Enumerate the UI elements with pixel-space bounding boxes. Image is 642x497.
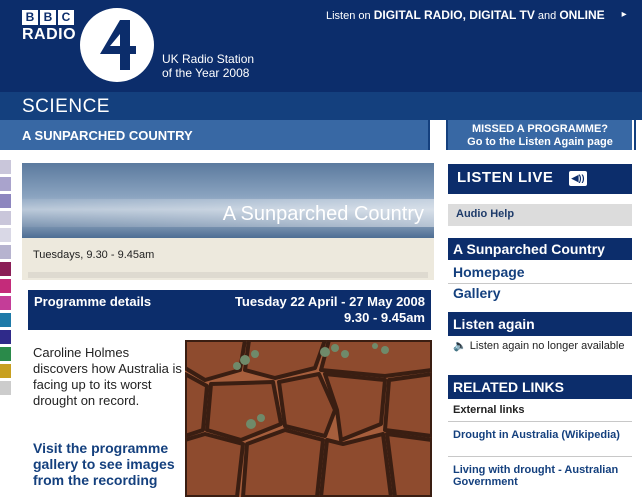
bbc-letter: B [40, 10, 56, 25]
listen-on-link[interactable]: Listen on DIGITAL RADIO, DIGITAL TV and … [326, 8, 627, 22]
listen-on-and: and [537, 10, 557, 22]
sidebar-item-homepage[interactable]: Homepage [453, 264, 525, 280]
listen-again-title: Listen again [453, 316, 535, 332]
bar-edge [428, 120, 434, 150]
programme-details-bar: Programme details Tuesday 22 April - 27 … [28, 290, 431, 330]
section-title[interactable]: SCIENCE [22, 96, 110, 118]
related-links-header: RELATED LINKS [448, 375, 632, 399]
listen-again-header: Listen again [448, 312, 632, 336]
programme-title: A SUNPARCHED COUNTRY [22, 128, 193, 143]
bbc-letter: C [58, 10, 74, 25]
programme-banner: A Sunparched Country [22, 163, 434, 238]
listen-on-prefix: Listen on [326, 10, 371, 22]
strip-swatch [0, 194, 11, 208]
arrow-right-icon: ▸ [621, 9, 627, 20]
details-dates: Tuesday 22 April - 27 May 2008 [234, 294, 425, 309]
missed-line: Go to the Listen Again page [467, 136, 613, 148]
related-link-wikipedia[interactable]: Drought in Australia (Wikipedia) [453, 429, 628, 441]
listen-on-online: ONLINE [559, 8, 605, 22]
audio-help-link[interactable]: Audio Help [448, 204, 632, 226]
strip-swatch [0, 330, 11, 344]
bbc-logo[interactable]: B B C [22, 10, 74, 25]
sidebar-programme-title: A Sunparched Country [448, 238, 632, 260]
station-name: RADIO [22, 26, 77, 43]
award-line: of the Year 2008 [162, 66, 250, 80]
strip-swatch [0, 160, 11, 174]
strip-swatch [0, 381, 11, 395]
bar-edge [634, 120, 640, 150]
strip-swatch [0, 313, 11, 327]
listen-again-note-text: Listen again no longer available [469, 340, 625, 352]
broadcast-times-box: Tuesdays, 9.30 - 9.45am [22, 238, 434, 280]
details-label: Programme details [34, 294, 152, 309]
award-line: UK Radio Station [162, 52, 255, 66]
programme-title-bar: A SUNPARCHED COUNTRY [0, 120, 434, 150]
divider [448, 283, 632, 284]
banner-title: A Sunparched Country [222, 203, 424, 225]
cracked-earth-image [185, 340, 432, 497]
sidebar-programme-title-text: A Sunparched Country [453, 241, 605, 257]
strip-swatch [0, 262, 11, 276]
gallery-link[interactable]: Visit the programme gallery to see image… [33, 440, 183, 488]
strip-swatch [0, 245, 11, 259]
speaker-small-icon: 🔈 [453, 340, 467, 352]
missed-line: MISSED A PROGRAMME? [471, 123, 609, 135]
strip-swatch [0, 177, 11, 191]
missed-programme-link[interactable]: MISSED A PROGRAMME? Go to the Listen Aga… [442, 120, 640, 150]
sidebar-item-gallery[interactable]: Gallery [453, 285, 500, 301]
listen-live-label: LISTEN LIVE [457, 169, 554, 186]
speaker-icon: ◀)) [569, 171, 587, 186]
strip-swatch [0, 228, 11, 242]
strip-swatch [0, 347, 11, 361]
external-links-label: External links [453, 404, 525, 416]
divider [448, 456, 632, 457]
related-links-title: RELATED LINKS [453, 379, 564, 395]
related-link-government[interactable]: Living with drought - Australian Governm… [453, 464, 628, 488]
radio4-logo[interactable] [80, 8, 154, 82]
site-header: B B C RADIO UK Radio Station of the Year… [0, 0, 642, 92]
divider [28, 272, 428, 278]
listen-again-note: 🔈 Listen again no longer available [453, 340, 628, 352]
listen-on-platforms: DIGITAL RADIO, DIGITAL TV [373, 8, 535, 22]
broadcast-times: Tuesdays, 9.30 - 9.45am [33, 249, 155, 261]
page-edge [636, 150, 642, 497]
section-bar: SCIENCE [0, 92, 642, 120]
strip-swatch [0, 279, 11, 293]
listen-live-button[interactable]: LISTEN LIVE ◀)) [448, 164, 632, 194]
programme-description: Caroline Holmes discovers how Australia … [33, 345, 182, 408]
radio4-numeral-icon [100, 20, 136, 70]
network-color-strip [0, 160, 11, 398]
bar-edge [442, 120, 448, 150]
audio-help-label: Audio Help [456, 208, 515, 220]
strip-swatch [0, 211, 11, 225]
award-text: UK Radio Station of the Year 2008 [162, 52, 254, 80]
bbc-letter: B [22, 10, 38, 25]
strip-swatch [0, 296, 11, 310]
details-time: 9.30 - 9.45am [344, 310, 425, 325]
divider [448, 421, 632, 422]
strip-swatch [0, 364, 11, 378]
details-schedule: Tuesday 22 April - 27 May 2008 9.30 - 9.… [235, 294, 425, 326]
drought-photo [185, 340, 432, 497]
